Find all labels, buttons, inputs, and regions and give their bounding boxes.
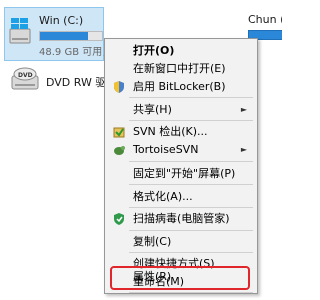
drive-d-name[interactable]: Chun (D [248,13,282,26]
menu-separator [129,161,253,162]
menu-item-label: 扫描病毒(电脑管家) [133,212,230,225]
menu-item-label: 固定到"开始"屏幕(P) [133,167,236,180]
drive-c-tile[interactable]: Win (C:) 48.9 GB 可用，共 [4,7,122,61]
menu-item-label: 打开(O) [133,44,175,57]
menu-item-copy[interactable]: 复制(C) [105,233,257,251]
svn-checkout-icon [113,127,125,138]
menu-item-label: 格式化(A)... [133,190,193,203]
menu-item-share[interactable]: 共享(H) ► [105,101,257,119]
menu-item-tortoisesvn[interactable]: TortoiseSVN ► [105,141,257,159]
menu-separator [129,252,253,253]
menu-item-bitlocker[interactable]: 启用 BitLocker(B) [105,78,257,96]
shield-icon [114,81,124,93]
menu-item-label: TortoiseSVN [133,143,199,156]
menu-item-label: SVN 检出(K)... [133,125,208,138]
menu-item-label: 在新窗口中打开(E) [133,62,226,75]
drive-c-usage-bar [39,31,103,41]
menu-separator [129,292,253,293]
properties-highlight-outline [110,266,250,290]
menu-separator [129,184,253,185]
menu-separator [129,230,253,231]
menu-item-pin-to-start[interactable]: 固定到"开始"屏幕(P) [105,165,257,183]
chevron-right-icon: ► [240,145,247,154]
menu-item-open-new-window[interactable]: 在新窗口中打开(E) [105,60,257,78]
drive-c-name: Win (C:) [39,14,84,27]
menu-separator [129,97,253,98]
menu-item-svn-checkout[interactable]: SVN 检出(K)... [105,123,257,141]
svg-text:DVD: DVD [18,72,33,79]
tortoisesvn-icon [114,146,125,155]
drive-c-usage-fill [40,32,89,40]
menu-separator [129,207,253,208]
menu-item-virus-scan[interactable]: 扫描病毒(电脑管家) [105,210,257,228]
explorer-window: Win (C:) 48.9 GB 可用，共 Chun (D DVD DVD RW… [0,0,282,300]
menu-item-format[interactable]: 格式化(A)... [105,188,257,206]
context-menu: 打开(O) 在新窗口中打开(E) 启用 BitLocker(B) 共享(H) ►… [104,38,258,294]
menu-separator [129,120,253,121]
menu-item-open[interactable]: 打开(O) [105,42,257,60]
chevron-right-icon: ► [240,105,247,114]
menu-item-label: 共享(H) [133,103,172,116]
menu-item-label: 启用 BitLocker(B) [133,80,226,93]
dvd-drive-icon: DVD [11,67,39,90]
pc-manager-shield-icon [114,213,124,225]
windows-drive-icon [9,18,31,44]
menu-item-label: 复制(C) [133,235,172,248]
